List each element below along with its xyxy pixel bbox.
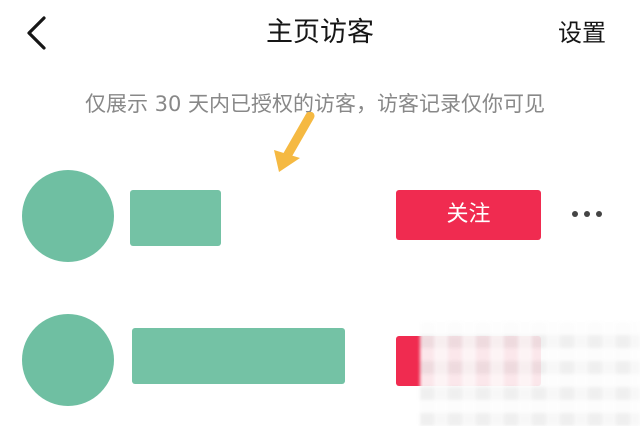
follow-button[interactable]: 关注 bbox=[396, 190, 541, 240]
more-icon[interactable] bbox=[570, 202, 604, 226]
visitor-page: 主页访客 设置 仅展示 30 天内已授权的访客，访客记录仅你可见 关注 bbox=[0, 0, 640, 426]
visitor-name-redacted[interactable] bbox=[132, 328, 345, 384]
visitor-row[interactable]: 关注 bbox=[0, 164, 640, 264]
watermark-blur bbox=[420, 322, 640, 426]
avatar[interactable] bbox=[22, 314, 114, 406]
page-title: 主页访客 bbox=[266, 17, 374, 48]
visitor-name-redacted[interactable] bbox=[130, 190, 221, 246]
settings-button[interactable]: 设置 bbox=[558, 16, 606, 50]
avatar[interactable] bbox=[22, 170, 114, 262]
